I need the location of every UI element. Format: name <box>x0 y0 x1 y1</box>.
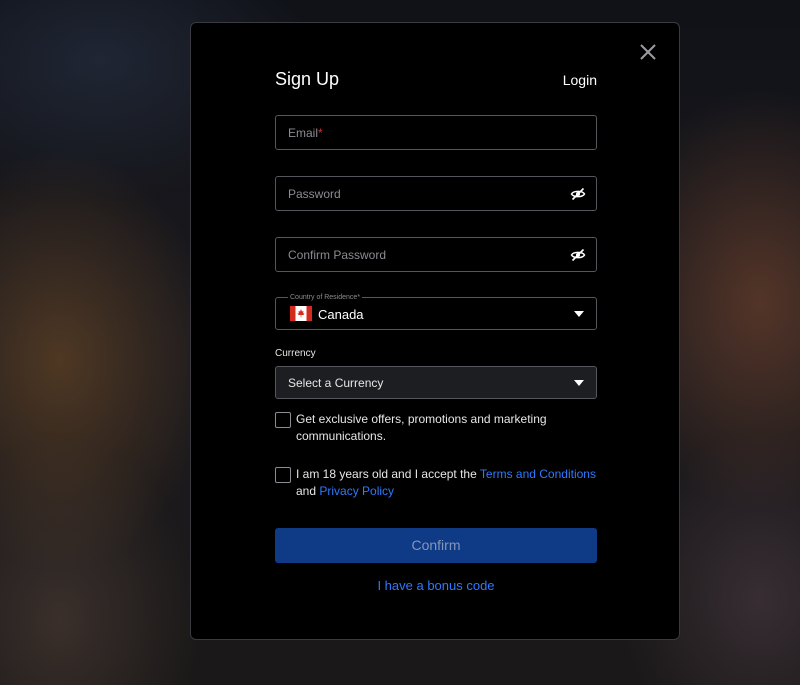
confirm-password-placeholder: Confirm Password <box>288 247 387 262</box>
caret-down-icon <box>574 380 584 386</box>
email-placeholder: Email <box>288 125 319 140</box>
privacy-policy-link[interactable]: Privacy Policy <box>319 484 394 498</box>
currency-value: Select a Currency <box>288 376 384 390</box>
age-terms-row: I am 18 years old and I accept the Terms… <box>275 466 597 500</box>
age-terms-text: I am 18 years old and I accept the Terms… <box>296 466 596 500</box>
modal-title: Sign Up <box>275 69 340 89</box>
age-terms-prefix: I am 18 years old and I accept the <box>296 467 477 481</box>
eye-off-icon[interactable] <box>570 186 586 202</box>
and-text: and <box>296 484 317 498</box>
password-field[interactable]: Password <box>275 176 597 211</box>
marketing-checkbox[interactable] <box>275 412 291 428</box>
marketing-consent-row: Get exclusive offers, promotions and mar… <box>275 411 597 445</box>
confirm-button[interactable]: Confirm <box>275 528 597 563</box>
country-label: Country of Residence* <box>288 294 363 301</box>
caret-down-icon <box>574 311 584 317</box>
currency-select[interactable]: Select a Currency <box>275 366 597 399</box>
modal-header: Sign Up Login <box>275 69 597 90</box>
confirm-password-field[interactable]: Confirm Password <box>275 237 597 272</box>
close-icon[interactable] <box>637 41 659 63</box>
bonus-code-link[interactable]: I have a bonus code <box>275 578 597 593</box>
email-field[interactable]: Email * <box>275 115 597 150</box>
signup-modal: Sign Up Login Email * Password Confirm Pa… <box>190 22 680 640</box>
country-value: Canada <box>318 307 364 322</box>
marketing-consent-text: Get exclusive offers, promotions and mar… <box>296 412 547 443</box>
currency-label: Currency <box>275 348 316 359</box>
required-mark: * <box>318 125 323 140</box>
country-select[interactable]: Country of Residence* Canada <box>275 294 597 330</box>
canada-flag-icon <box>290 306 312 321</box>
age-terms-checkbox[interactable] <box>275 467 291 483</box>
password-placeholder: Password <box>288 186 341 201</box>
terms-link[interactable]: Terms and Conditions <box>480 467 596 481</box>
login-link[interactable]: Login <box>563 72 597 88</box>
eye-off-icon[interactable] <box>570 247 586 263</box>
